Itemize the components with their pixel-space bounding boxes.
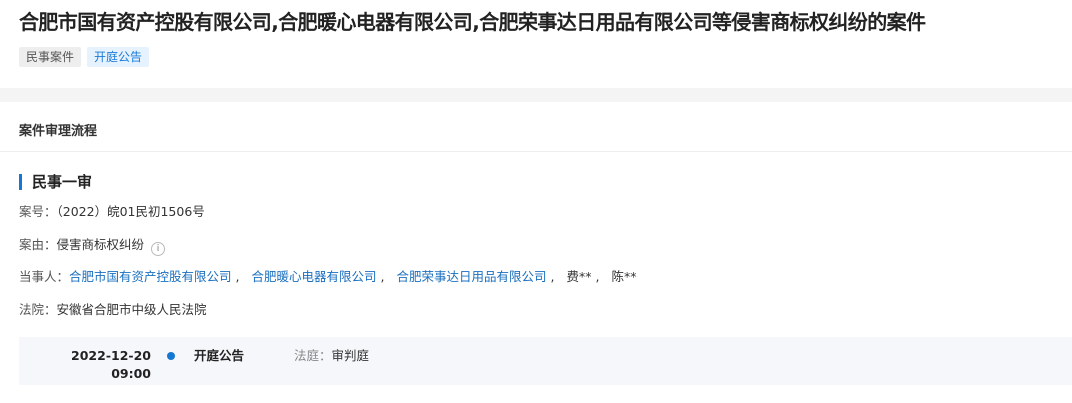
parties-row: 当事人：合肥市国有资产控股有限公司, 合肥暖心电器有限公司, 合肥荣事达日用品有限公… <box>19 269 637 284</box>
timeline-dot-icon <box>167 352 175 360</box>
case-title: 合肥市国有资产控股有限公司,合肥暖心电器有限公司,合肥荣事达日用品有限公司等侵害… <box>19 10 926 34</box>
court-label: 法院： <box>19 302 57 317</box>
timeline-date: 2022-12-20 <box>71 348 151 363</box>
cause-row: 案由：侵害商标权纠纷 i <box>19 236 166 256</box>
cause-label: 案由： <box>19 237 57 252</box>
tag-court-notice[interactable]: 开庭公告 <box>87 47 150 67</box>
section-title: 案件审理流程 <box>19 124 98 139</box>
court-room-value: 审判庭 <box>331 348 370 363</box>
case-number-row: 案号：（2022）皖01民初1506号 <box>19 203 205 221</box>
process-panel: 案件审理流程 民事一审 案号：（2022）皖01民初1506号 案由：侵害商标权… <box>0 102 1072 403</box>
divider <box>0 151 1072 152</box>
party-5: 陈** <box>611 269 637 284</box>
timeline-event[interactable]: 开庭公告 <box>194 347 244 365</box>
case-tags: 民事案件 开庭公告 <box>19 47 150 67</box>
party-4: 费** <box>566 269 592 284</box>
party-link-2[interactable]: 合肥暖心电器有限公司 <box>252 269 377 284</box>
cause-value: 侵害商标权纠纷 <box>56 237 145 252</box>
parties-label: 当事人： <box>19 269 70 284</box>
court-room-label: 法庭： <box>294 348 332 363</box>
stage-title: 民事一审 <box>32 173 93 191</box>
case-number-value: （2022）皖01民初1506号 <box>56 204 205 219</box>
case-number-label: 案号： <box>19 204 57 219</box>
timeline-item: 2022-12-20 09:00 开庭公告 法庭：审判庭 <box>19 337 1072 385</box>
party-link-3[interactable]: 合肥荣事达日用品有限公司 <box>397 269 547 284</box>
timeline-time: 09:00 <box>111 366 151 381</box>
timeline-court-room: 法庭：审判庭 <box>294 347 369 365</box>
section-separator <box>0 88 1072 102</box>
tag-civil-case[interactable]: 民事案件 <box>19 47 82 67</box>
stage-accent-bar <box>19 173 22 190</box>
party-link-1[interactable]: 合肥市国有资产控股有限公司 <box>69 269 232 284</box>
stage-header: 民事一审 <box>19 171 92 192</box>
court-row: 法院：安徽省合肥市中级人民法院 <box>19 301 207 319</box>
court-value: 安徽省合肥市中级人民法院 <box>56 302 207 317</box>
timeline-datetime: 2022-12-20 09:00 <box>71 347 151 383</box>
info-circle-icon[interactable]: i <box>151 242 166 256</box>
